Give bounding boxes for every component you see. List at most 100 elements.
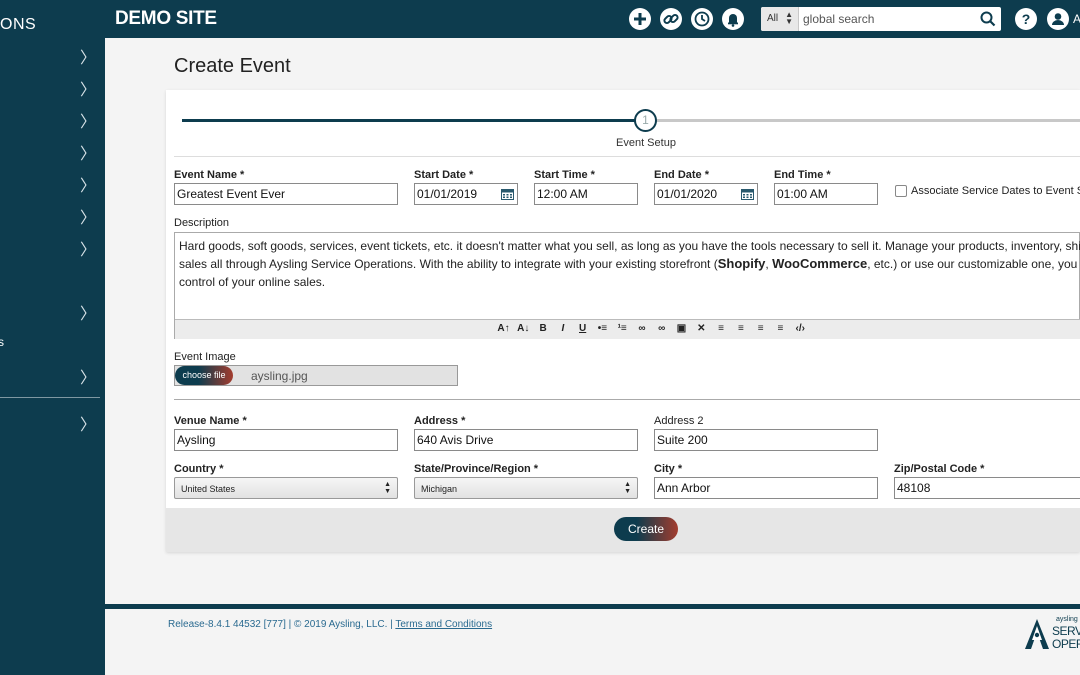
sidebar-item[interactable]: 〉 <box>0 74 105 99</box>
stepper-step-1[interactable]: 1 <box>634 109 657 132</box>
venue-section-divider <box>174 399 1080 400</box>
event-image-field: choose file aysling.jpg <box>174 365 458 386</box>
unlink-icon[interactable]: ∞ <box>653 323 670 334</box>
help-icon[interactable]: ? <box>1015 8 1037 30</box>
sidebar-item[interactable]: 〉 <box>0 234 105 259</box>
select-arrows-icon: ▲ ▼ <box>384 481 391 495</box>
sidebar-divider <box>0 397 100 398</box>
address2-label: Address 2 <box>654 415 704 427</box>
sidebar-item-text[interactable]: s <box>0 330 105 354</box>
chevron-right-icon: 〉 <box>79 146 96 163</box>
editor-toolbar: A↑ A↓ B I U •≡ ¹≡ ∞ ∞ ▣ ✕ ≡ ≡ ≡ ≡ ‹/› <box>175 319 1080 339</box>
source-code-icon[interactable]: ‹/› <box>792 323 809 334</box>
search-scope-value: All <box>767 13 779 24</box>
event-image-label: Event Image <box>174 351 236 363</box>
choose-file-button[interactable]: choose file <box>175 366 233 385</box>
search-icon[interactable] <box>979 10 997 28</box>
chevron-right-icon: 〉 <box>79 210 96 227</box>
associate-service-dates-checkbox[interactable] <box>895 185 907 197</box>
link-icon[interactable] <box>660 8 682 30</box>
footer-bar <box>105 604 1080 609</box>
address-label: Address * <box>414 415 466 427</box>
city-field[interactable]: Ann Arbor <box>654 477 878 499</box>
user-name[interactable]: A <box>1073 12 1080 26</box>
clock-icon[interactable] <box>691 8 713 30</box>
sidebar-item-label: s <box>0 335 4 349</box>
state-label: State/Province/Region * <box>414 463 539 475</box>
align-center-icon[interactable]: ≡ <box>732 323 749 334</box>
align-left-icon[interactable]: ≡ <box>713 323 730 334</box>
bold-icon[interactable]: B <box>535 323 552 334</box>
bulleted-list-icon[interactable]: •≡ <box>594 323 611 334</box>
description-text[interactable]: Hard goods, soft goods, services, event … <box>179 237 1080 291</box>
state-value: Michigan <box>421 484 458 494</box>
sidebar-item[interactable]: 〉 <box>0 409 105 434</box>
plus-circle-icon[interactable] <box>629 8 651 30</box>
address-field[interactable]: 640 Avis Drive <box>414 429 638 451</box>
chevron-right-icon: 〉 <box>79 178 96 195</box>
sidebar-item[interactable]: 〉 <box>0 298 105 323</box>
sidebar-item[interactable]: 〉 <box>0 138 105 163</box>
file-name: aysling.jpg <box>251 369 308 383</box>
country-value: United States <box>181 484 236 494</box>
sidebar-item[interactable]: 〉 <box>0 170 105 195</box>
link-icon[interactable]: ∞ <box>633 323 650 334</box>
page-title: Create Event <box>174 55 291 77</box>
description-editor[interactable]: Hard goods, soft goods, services, event … <box>174 232 1080 339</box>
create-button[interactable]: Create <box>614 517 678 541</box>
image-icon[interactable]: ▣ <box>673 323 690 334</box>
create-event-card: 1 Event Setup Event Name * Greatest Even… <box>166 90 1080 552</box>
venue-name-field[interactable]: Aysling <box>174 429 398 451</box>
end-time-field[interactable]: 01:00 AM <box>774 183 878 205</box>
search-scope-select[interactable]: All ▲ ▼ <box>761 7 799 31</box>
footer-text: Release-8.4.1 44532 [777] | © 2019 Aysli… <box>168 619 492 630</box>
underline-icon[interactable]: U <box>574 323 591 334</box>
user-icon[interactable] <box>1047 8 1069 30</box>
logo-small-text: aysling <box>1056 616 1078 623</box>
select-arrows-icon: ▲ ▼ <box>785 10 793 26</box>
select-arrows-icon: ▲ ▼ <box>624 481 631 495</box>
chevron-right-icon: 〉 <box>79 370 96 387</box>
sidebar-brand: ONS <box>0 16 37 33</box>
state-select[interactable]: Michigan ▲ ▼ <box>414 477 638 499</box>
sidebar-item[interactable]: 〉 <box>0 202 105 227</box>
stepper-step-label: Event Setup <box>616 137 676 149</box>
align-right-icon[interactable]: ≡ <box>752 323 769 334</box>
search-input[interactable] <box>801 7 971 31</box>
sidebar: ONS 〉 〉 〉 〉 〉 〉 〉 〉 s 〉 〉 <box>0 0 105 675</box>
country-select[interactable]: United States ▲ ▼ <box>174 477 398 499</box>
font-size-decrease-icon[interactable]: A↓ <box>515 323 532 334</box>
end-time-label: End Time * <box>774 169 831 181</box>
chevron-right-icon: 〉 <box>79 114 96 131</box>
start-time-field[interactable]: 12:00 AM <box>534 183 638 205</box>
sidebar-item[interactable]: 〉 <box>0 42 105 67</box>
global-search: All ▲ ▼ <box>761 7 1001 31</box>
numbered-list-icon[interactable]: ¹≡ <box>614 323 631 334</box>
clear-format-icon[interactable]: ✕ <box>693 323 710 334</box>
start-date-field[interactable]: 01/01/2019 <box>414 183 518 205</box>
event-name-label: Event Name * <box>174 169 245 181</box>
event-name-field[interactable]: Greatest Event Ever <box>174 183 398 205</box>
zip-field[interactable]: 48108 <box>894 477 1080 499</box>
align-justify-icon[interactable]: ≡ <box>772 323 789 334</box>
start-date-value: 01/01/2019 <box>417 187 478 201</box>
country-label: Country * <box>174 463 224 475</box>
calendar-icon[interactable] <box>741 188 754 200</box>
chevron-right-icon: 〉 <box>79 417 96 434</box>
top-header: DEMO SITE All ▲▼ ? A <box>105 0 1080 38</box>
sidebar-item[interactable]: 〉 <box>0 362 105 387</box>
address2-field[interactable]: Suite 200 <box>654 429 878 451</box>
end-date-field[interactable]: 01/01/2020 <box>654 183 758 205</box>
start-date-label: Start Date * <box>414 169 474 181</box>
terms-link[interactable]: Terms and Conditions <box>395 619 492 630</box>
bell-icon[interactable] <box>722 8 744 30</box>
font-size-increase-icon[interactable]: A↑ <box>495 323 512 334</box>
italic-icon[interactable]: I <box>554 323 571 334</box>
site-title[interactable]: DEMO SITE <box>115 8 217 30</box>
sidebar-item[interactable]: 〉 <box>0 106 105 131</box>
stepper-progress-remaining <box>656 119 1080 122</box>
stepper-progress-done <box>182 119 636 122</box>
description-label: Description <box>174 217 230 229</box>
chevron-right-icon: 〉 <box>79 306 96 323</box>
calendar-icon[interactable] <box>501 188 514 200</box>
